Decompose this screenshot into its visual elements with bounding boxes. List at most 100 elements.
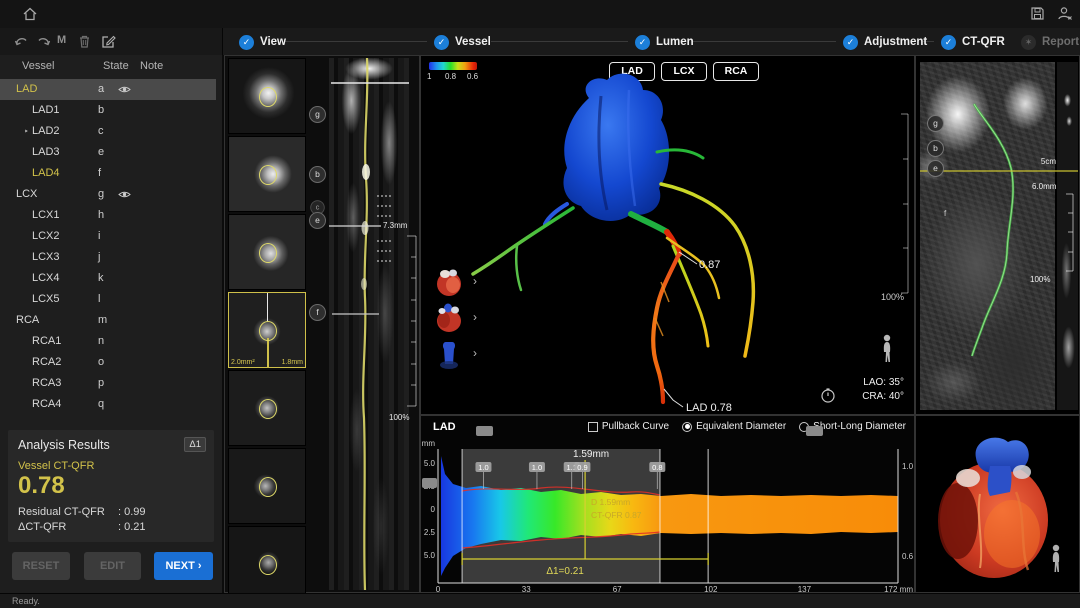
delete-icon[interactable] (76, 33, 93, 50)
ct-qfr-workstation: M ✓ View ✓ Vessel ✓ Lumen ✓ Adjustment ✓ (0, 0, 1080, 608)
tab-vessel[interactable]: ✓ Vessel (434, 32, 491, 52)
lcx-branch[interactable] (473, 208, 573, 274)
svg-text:2.5: 2.5 (424, 528, 436, 537)
check-icon: ✓ (239, 35, 254, 50)
star-icon: ✶ (1021, 35, 1036, 50)
check-icon: ✓ (434, 35, 449, 50)
branch-badge-e[interactable]: e (927, 160, 944, 177)
undo-icon[interactable] (13, 33, 30, 50)
scale-ruler (407, 236, 416, 406)
vessel-row-lcx[interactable]: LCXg (0, 184, 216, 205)
heart-preset-lad[interactable]: › (433, 266, 467, 298)
branch-badge-g[interactable]: g (927, 115, 944, 132)
vessel-row-lcx4[interactable]: LCX4k (0, 268, 216, 289)
vessel-name: RCA1 (32, 331, 61, 352)
vessel-row-lad3[interactable]: LAD3 e (0, 142, 216, 163)
status-message: Ready. (12, 596, 40, 606)
check-icon: ✓ (941, 35, 956, 50)
cross-section-thumb-3[interactable] (228, 214, 306, 290)
coronary-tree-render[interactable]: 0.87 LAD 0.78 (421, 56, 916, 416)
check-icon: ✓ (635, 35, 650, 50)
scale-ruler (1066, 194, 1073, 271)
stenosis-value-label: 0.87 (699, 259, 720, 271)
user-logout-icon[interactable] (1057, 6, 1073, 21)
vessel-row-lad[interactable]: LADa (0, 79, 216, 100)
heart-preset-lcx[interactable]: › (433, 302, 467, 334)
chevron-right-icon: › (473, 346, 477, 360)
pullback-chart[interactable]: 1.59mm Δ1=0.21 D 1.59mm CT-QFR 0.87 mm 5… (421, 416, 916, 594)
edit-button[interactable]: EDIT (84, 552, 141, 580)
aorta[interactable] (563, 74, 669, 221)
vessel-name: LAD3 (32, 142, 60, 163)
edit-annotation-icon[interactable] (100, 33, 117, 50)
reset-view-icon[interactable] (822, 389, 834, 402)
vessel-row-rca1[interactable]: RCA1n (0, 331, 216, 352)
vessel-state: j (98, 247, 100, 268)
vessel-row-rca[interactable]: RCA m (0, 310, 216, 331)
vessel-row-lcx2[interactable]: LCX2i (0, 226, 216, 247)
vessel-row-lad1[interactable]: LAD1b (0, 100, 216, 121)
cross-section-thumb-4-selected[interactable]: 2.0mm² 1.8mm (228, 292, 306, 368)
vessel-row-lcx1[interactable]: LCX1h (0, 205, 216, 226)
curved-mpr-view[interactable]: g b e f 5cm 6.0mm 100% (915, 55, 1080, 415)
vessel-name: LCX2 (32, 226, 60, 247)
vessel-row-lcx5[interactable]: LCX5l (0, 289, 216, 310)
tab-lumen[interactable]: ✓ Lumen (635, 32, 694, 52)
heart-preset-aorta[interactable]: › (433, 338, 467, 370)
vessel-list-header: Vessel State Note (0, 57, 222, 77)
delta-badge[interactable]: Δ1 (184, 437, 206, 452)
tab-ct-qfr[interactable]: ✓ CT-QFR (941, 32, 1005, 52)
lumen-diameter-label: 1.8mm (282, 359, 303, 366)
heart-3d-view[interactable] (915, 415, 1080, 593)
vessel-name: RCA (16, 310, 39, 331)
vessel-name: RCA4 (32, 394, 61, 415)
straightened-cpr-view[interactable]: 7.3mm 100% (319, 56, 419, 592)
view-angle-labels: LAO: 35° CRA: 40° (862, 376, 904, 404)
vessel-state: a (98, 79, 104, 100)
svg-text:0: 0 (431, 505, 436, 514)
branch-badge-b[interactable]: b (927, 140, 944, 157)
tab-adjustment[interactable]: ✓ Adjustment (843, 32, 927, 52)
reset-button[interactable]: RESET (12, 552, 70, 580)
home-icon[interactable] (22, 6, 38, 22)
lad-branch[interactable] (653, 254, 679, 402)
vessel-result-label: LAD 0.78 (686, 402, 732, 414)
vessel-state: l (98, 289, 100, 310)
vessel-tree-3d-view[interactable]: 1 0.8 0.6 LAD LCX RCA (420, 55, 915, 415)
vessel-row-rca4[interactable]: RCA4 q (0, 394, 216, 415)
measure-tool-button[interactable]: M (57, 34, 66, 46)
vessel-name: LCX3 (32, 247, 60, 268)
tab-report[interactable]: ✶ Report (1021, 32, 1079, 52)
redo-icon[interactable] (35, 33, 52, 50)
vessel-row-lad2[interactable]: ‣LAD2c (0, 121, 216, 142)
delta-ctqfr-row: ΔCT-QFR : 0.21 (18, 521, 208, 533)
cross-section-thumb-6[interactable] (228, 448, 306, 524)
measurement-label: 6.0mm (1032, 182, 1056, 191)
vessel-row-rca2[interactable]: RCA2o (0, 352, 216, 373)
lesion-diameter-text: D 1.59mm (591, 497, 630, 507)
vessel-row-lcx3[interactable]: LCX3 j (0, 247, 216, 268)
col-note: Note (140, 60, 163, 72)
next-button[interactable]: NEXT › (154, 552, 213, 580)
cross-section-thumb-1[interactable] (228, 58, 306, 134)
vessel-path[interactable] (972, 104, 1013, 356)
vessel-state: q (98, 394, 104, 415)
vessel-state: e (98, 142, 104, 163)
edit-toolbar: M (0, 28, 222, 55)
zoom-level-label: 100% (1030, 275, 1050, 284)
tab-view[interactable]: ✓ View (239, 32, 286, 52)
visibility-eye-icon[interactable] (118, 190, 131, 199)
svg-text:0.9: 0.9 (577, 463, 587, 472)
analysis-results-panel: Analysis Results Δ1 Vessel CT-QFR 0.78 R… (8, 430, 214, 542)
pullback-chart-panel: LAD Pullback Curve Equivalent Diameter S… (420, 415, 915, 593)
cross-section-thumb-7[interactable] (228, 526, 306, 602)
vessel-row-lad4[interactable]: LAD4f (0, 163, 216, 184)
vessel-state: m (98, 310, 107, 331)
cross-section-thumb-2[interactable] (228, 136, 306, 212)
y-axis-unit: mm (422, 439, 436, 448)
vessel-row-rca3[interactable]: RCA3p (0, 373, 216, 394)
visibility-eye-icon[interactable] (118, 85, 131, 94)
vessel-name: LCX1 (32, 205, 60, 226)
cross-section-thumb-5[interactable] (228, 370, 306, 446)
save-icon[interactable] (1030, 6, 1045, 21)
